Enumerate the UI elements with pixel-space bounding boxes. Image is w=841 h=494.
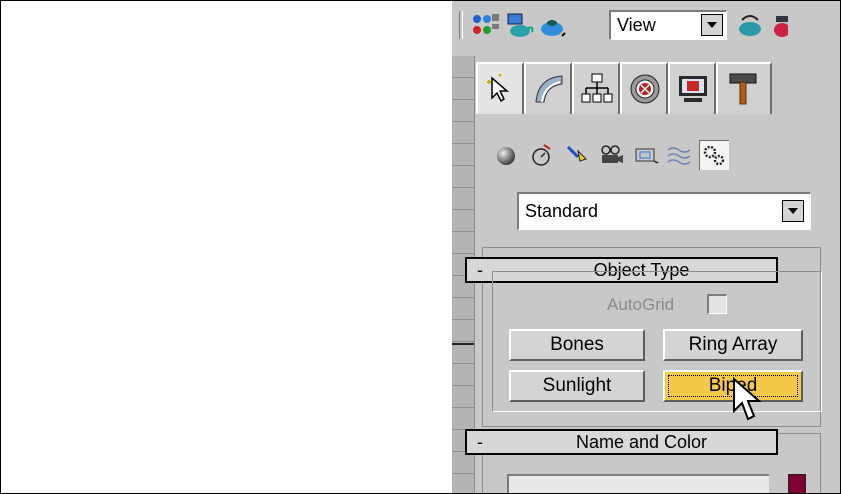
object-color-swatch[interactable] — [788, 474, 806, 493]
create-icon — [487, 73, 510, 103]
quick-render-icon[interactable] — [538, 12, 568, 40]
display-tab[interactable] — [668, 62, 716, 114]
autogrid-checkbox[interactable] — [707, 294, 727, 314]
autogrid-label: AutoGrid — [607, 295, 675, 314]
render-last-icon[interactable] — [768, 12, 790, 40]
chevron-down-icon[interactable] — [782, 200, 804, 222]
space-warps-icon[interactable] — [665, 141, 693, 169]
cameras-icon[interactable] — [597, 141, 625, 169]
collapse-icon: - — [477, 432, 483, 452]
subcategory-dropdown[interactable]: Standard — [517, 192, 811, 230]
subcategory-value: Standard — [525, 201, 599, 221]
select-objects-icon[interactable] — [470, 12, 500, 40]
utilities-tab[interactable] — [716, 62, 772, 114]
lights-icon[interactable] — [562, 141, 590, 169]
render-scene-icon[interactable] — [504, 12, 534, 40]
hierarchy-icon — [581, 73, 613, 103]
modify-tab[interactable] — [524, 62, 572, 114]
motion-icon — [630, 74, 660, 104]
shapes-icon[interactable] — [528, 141, 556, 169]
geometry-icon[interactable] — [492, 141, 520, 169]
max-command-panel-area: View Standard - Object Type AutoGrid Bon… — [452, 1, 840, 493]
create-tab[interactable] — [476, 62, 524, 114]
name-and-color-title: Name and Color — [575, 432, 708, 452]
hammer-icon — [729, 73, 757, 105]
display-icon — [679, 76, 707, 102]
chevron-down-icon[interactable] — [701, 14, 723, 36]
render-type-dropdown[interactable]: View — [609, 10, 727, 40]
systems-icon[interactable] — [699, 140, 729, 170]
modify-icon — [535, 75, 563, 103]
name-and-color-header[interactable]: - Name and Color — [465, 429, 778, 455]
hierarchy-tab[interactable] — [572, 62, 620, 114]
viewport-edge-divider — [452, 343, 474, 345]
toolbar-separator — [459, 11, 463, 39]
mouse-cursor-icon — [733, 377, 762, 421]
ring-array-button[interactable]: Ring Array — [663, 329, 803, 361]
helpers-icon[interactable] — [632, 141, 660, 169]
bones-button[interactable]: Bones — [509, 329, 645, 361]
render-type-value: View — [617, 15, 656, 35]
collapse-icon: - — [477, 260, 483, 280]
sunlight-button[interactable]: Sunlight — [509, 370, 645, 402]
motion-tab[interactable] — [620, 62, 668, 114]
active-shade-icon[interactable] — [736, 12, 766, 40]
object-name-field[interactable] — [507, 474, 769, 493]
